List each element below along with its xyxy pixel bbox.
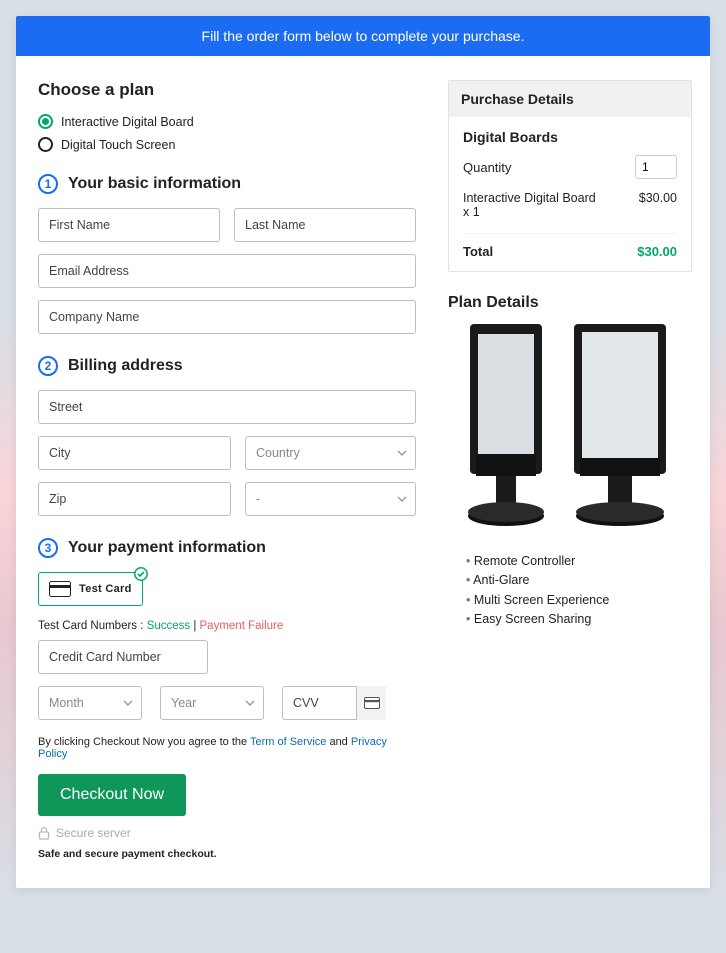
card-tile-label: Test Card <box>79 583 132 595</box>
purchase-section-name: Digital Boards <box>463 129 677 145</box>
testnums-prefix: Test Card Numbers : <box>38 620 143 632</box>
kiosk-icon <box>462 324 558 534</box>
city-input[interactable] <box>38 436 231 470</box>
radio-unselected-icon <box>38 137 53 152</box>
plan-option-touch[interactable]: Digital Touch Screen <box>38 137 416 152</box>
quantity-label: Quantity <box>463 160 511 175</box>
banner: Fill the order form below to complete yo… <box>16 16 710 56</box>
cvv-field[interactable] <box>282 686 386 720</box>
feature-list: • Remote Controller • Anti-Glare • Multi… <box>448 552 692 630</box>
state-select[interactable]: - <box>245 482 416 516</box>
choose-plan-heading: Choose a plan <box>38 80 416 100</box>
last-name-input[interactable] <box>234 208 416 242</box>
total-label: Total <box>463 244 493 259</box>
feature-text: Remote Controller <box>474 554 575 568</box>
total-row: Total $30.00 <box>463 233 677 259</box>
cvv-card-icon <box>356 686 386 720</box>
feature-item: • Remote Controller <box>466 552 692 571</box>
feature-text: Anti-Glare <box>473 573 529 587</box>
country-value: Country <box>245 436 416 470</box>
checkout-button[interactable]: Checkout Now <box>38 774 186 816</box>
safe-note: Safe and secure payment checkout. <box>38 848 416 860</box>
state-value: - <box>245 482 416 516</box>
form-column: Choose a plan Interactive Digital Board … <box>16 56 438 888</box>
testnums-sep: | <box>190 620 199 632</box>
street-input[interactable] <box>38 390 416 424</box>
total-value: $30.00 <box>637 244 677 259</box>
plan-option-label: Interactive Digital Board <box>61 115 194 129</box>
credit-card-icon <box>49 581 71 597</box>
test-failure-link[interactable]: Payment Failure <box>200 620 284 632</box>
line-item-label: Interactive Digital Board x 1 <box>463 191 603 219</box>
month-select[interactable]: Month <box>38 686 142 720</box>
country-select[interactable]: Country <box>245 436 416 470</box>
line-item-price: $30.00 <box>639 191 677 219</box>
summary-column: Purchase Details Digital Boards Quantity… <box>438 56 710 888</box>
test-success-link[interactable]: Success <box>147 620 190 632</box>
feature-text: Multi Screen Experience <box>474 593 609 607</box>
agree-and: and <box>326 736 350 748</box>
tos-link[interactable]: Term of Service <box>250 736 326 748</box>
section-billing: 2 Billing address <box>38 356 416 376</box>
company-input[interactable] <box>38 300 416 334</box>
feature-text: Easy Screen Sharing <box>474 612 591 626</box>
step-number-2: 2 <box>38 356 58 376</box>
line-item-row: Interactive Digital Board x 1 $30.00 <box>463 191 677 219</box>
chevron-down-icon <box>123 700 133 706</box>
zip-input[interactable] <box>38 482 231 516</box>
feature-item: • Anti-Glare <box>466 571 692 590</box>
check-badge-icon <box>134 567 148 584</box>
chevron-down-icon <box>397 496 407 502</box>
plan-option-interactive[interactable]: Interactive Digital Board <box>38 114 416 129</box>
secure-label: Secure server <box>56 826 131 840</box>
step-number-1: 1 <box>38 174 58 194</box>
agree-text: By clicking Checkout Now you agree to th… <box>38 736 416 760</box>
payment-method-tile[interactable]: Test Card <box>38 572 143 606</box>
feature-item: • Multi Screen Experience <box>466 591 692 610</box>
quantity-input[interactable] <box>635 155 677 179</box>
section-title-text: Your payment information <box>68 539 266 557</box>
chevron-down-icon <box>245 700 255 706</box>
chevron-down-icon <box>397 450 407 456</box>
section-basic-info: 1 Your basic information <box>38 174 416 194</box>
cc-number-input[interactable] <box>38 640 208 674</box>
checkout-card: Fill the order form below to complete yo… <box>16 16 710 888</box>
section-title-text: Your basic information <box>68 175 241 193</box>
lock-icon <box>38 826 50 840</box>
section-title-text: Billing address <box>68 357 183 375</box>
plan-details-heading: Plan Details <box>448 294 692 312</box>
email-input[interactable] <box>38 254 416 288</box>
year-select[interactable]: Year <box>160 686 264 720</box>
plan-option-label: Digital Touch Screen <box>61 138 175 152</box>
step-number-3: 3 <box>38 538 58 558</box>
plan-image <box>448 324 692 534</box>
agree-prefix: By clicking Checkout Now you agree to th… <box>38 736 250 748</box>
test-card-numbers: Test Card Numbers : Success | Payment Fa… <box>38 620 416 632</box>
kiosk-icon <box>568 324 678 534</box>
first-name-input[interactable] <box>38 208 220 242</box>
secure-server-row: Secure server <box>38 826 416 840</box>
purchase-details-box: Purchase Details Digital Boards Quantity… <box>448 80 692 272</box>
purchase-details-header: Purchase Details <box>449 81 691 117</box>
section-payment: 3 Your payment information <box>38 538 416 558</box>
radio-selected-icon <box>38 114 53 129</box>
feature-item: • Easy Screen Sharing <box>466 610 692 629</box>
